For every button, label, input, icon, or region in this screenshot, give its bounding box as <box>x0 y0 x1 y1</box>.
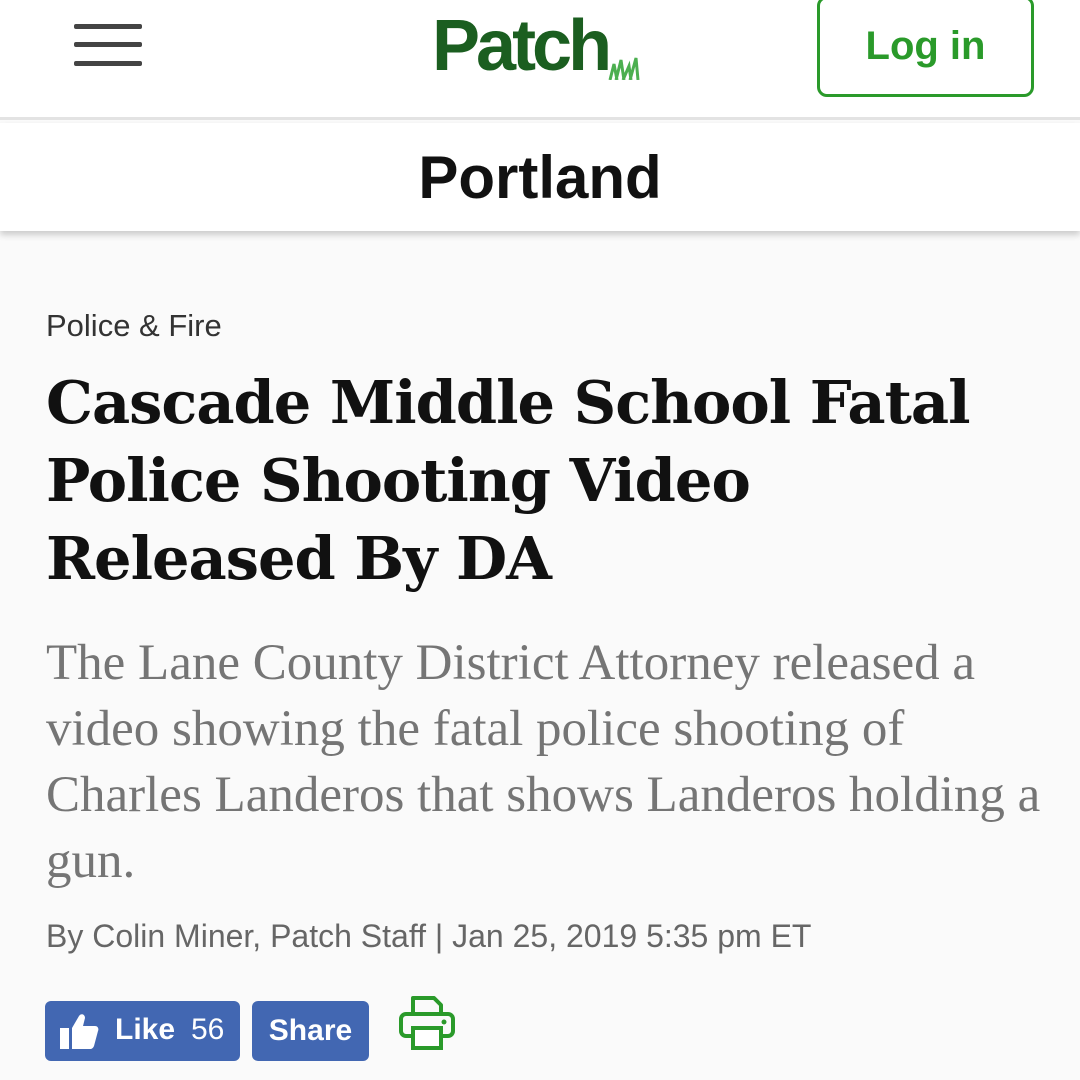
menu-line <box>74 24 142 29</box>
like-count: 56 <box>191 1013 225 1046</box>
like-label: Like <box>115 1013 176 1046</box>
article-byline: By Colin Miner, Patch Staff | Jan 25, 20… <box>46 918 812 954</box>
login-button[interactable]: Log in <box>817 0 1034 97</box>
thumbs-up-icon <box>60 1014 99 1049</box>
city-name[interactable]: Portland <box>418 143 661 212</box>
grass-icon <box>608 57 640 80</box>
article-summary: The Lane County District Attorney releas… <box>46 635 1041 889</box>
menu-line <box>74 42 142 47</box>
city-bar: Portland <box>0 123 1080 231</box>
top-navigation-bar: Patch Log in <box>0 0 1080 120</box>
facebook-share-button[interactable]: Share <box>252 1001 369 1061</box>
article-category[interactable]: Police & Fire <box>46 308 222 344</box>
hamburger-menu-icon[interactable] <box>74 24 142 66</box>
patch-logo[interactable]: Patch <box>432 6 652 86</box>
facebook-like-button[interactable]: Like 56 <box>45 1001 240 1061</box>
article-headline: Cascade Middle School Fatal Police Shoot… <box>46 368 970 593</box>
menu-line <box>74 61 142 66</box>
printer-icon[interactable] <box>398 994 456 1052</box>
logo-text: Patch <box>432 6 612 86</box>
